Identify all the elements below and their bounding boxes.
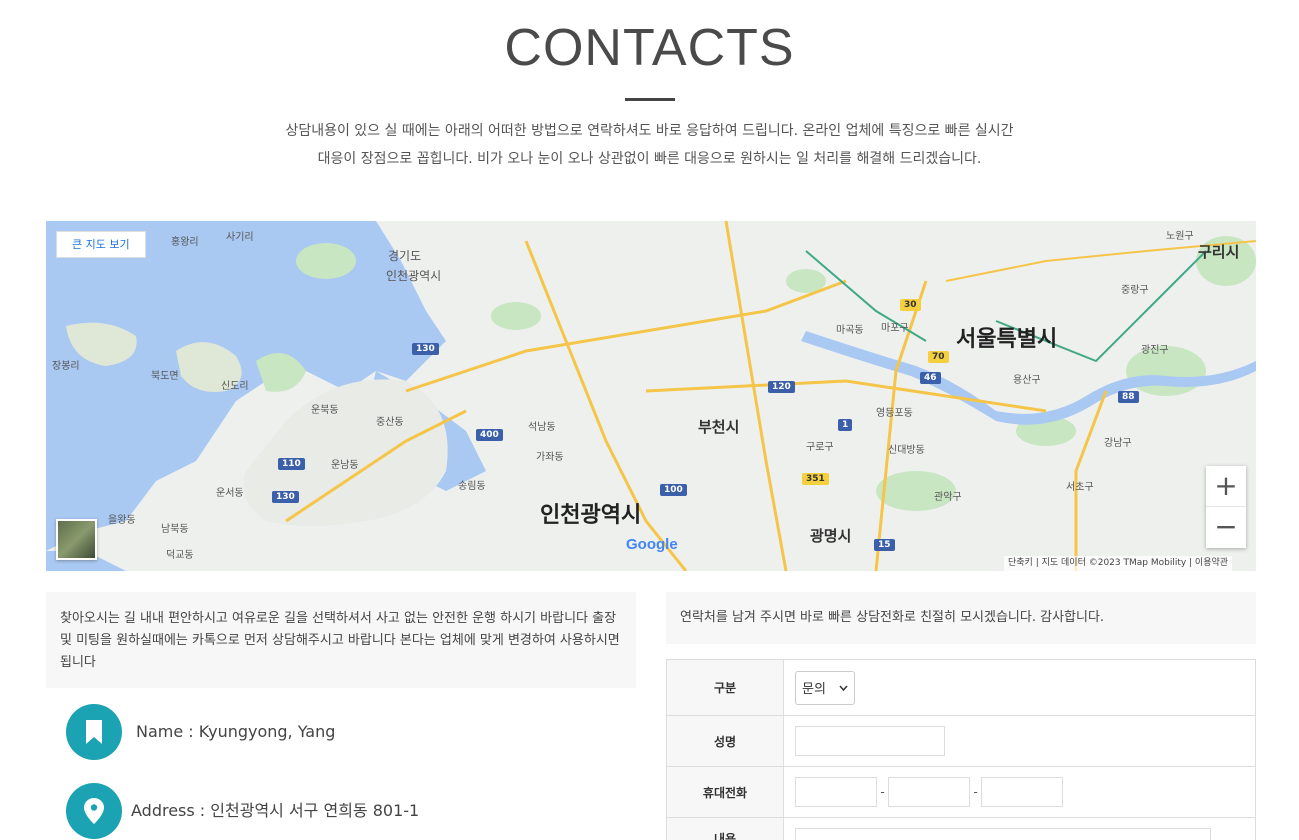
map-terrain bbox=[46, 221, 1256, 571]
contact-address: Address : 인천광역시 서구 연희동 801-1 bbox=[131, 801, 420, 820]
content-label: 내용 bbox=[666, 817, 784, 840]
phone-input-2[interactable] bbox=[888, 777, 970, 807]
map-label-yeongdeungpo: 영등포동 bbox=[876, 408, 913, 419]
map-label-seoknam: 석남동 bbox=[528, 422, 556, 433]
info-row-name: Name : Kyungyong, Yang bbox=[66, 704, 626, 760]
map-label-mapo: 마포구 bbox=[881, 323, 909, 334]
phone-input-3[interactable] bbox=[981, 777, 1063, 807]
map-label-incheon: 인천광역시 bbox=[540, 503, 642, 528]
map-label-bukdo: 북도면 bbox=[151, 371, 179, 382]
route-shield-88: 88 bbox=[1118, 391, 1139, 403]
route-shield-46: 46 bbox=[920, 372, 941, 384]
content-textarea[interactable] bbox=[795, 828, 1211, 840]
zoom-in-button[interactable]: + bbox=[1206, 466, 1246, 507]
route-shield-70: 70 bbox=[928, 351, 949, 363]
map-label-gwangjin: 광진구 bbox=[1141, 345, 1169, 356]
embedded-map[interactable]: 서울특별시 인천광역시 부천시 광명시 구리시 경기도 인천광역시 운북동 중산… bbox=[46, 221, 1256, 571]
page-title: CONTACTS bbox=[504, 19, 795, 77]
route-shield-400: 400 bbox=[476, 429, 503, 441]
view-large-map-button[interactable]: 큰 지도 보기 bbox=[56, 231, 146, 258]
map-label-gajwa: 가좌동 bbox=[536, 452, 564, 463]
map-label-eulwang: 을왕동 bbox=[108, 515, 136, 526]
name-input[interactable] bbox=[795, 726, 945, 756]
route-shield-120: 120 bbox=[768, 381, 795, 393]
route-shield-100: 100 bbox=[660, 484, 687, 496]
inquiry-form: 구분 문의 성명 휴대전화 - - 내용 bbox=[666, 659, 1256, 840]
route-shield-351: 351 bbox=[802, 473, 829, 485]
category-select-value: 문의 bbox=[802, 682, 826, 697]
intro-line-1: 상담내용이 있으 실 때에는 아래의 어떠한 방법으로 연락하셔도 바로 응답하… bbox=[285, 123, 1014, 139]
title-underline bbox=[625, 98, 675, 101]
map-label-jungnang: 중랑구 bbox=[1121, 285, 1149, 296]
map-label-sindo: 신도리 bbox=[221, 381, 249, 392]
intro-line-2: 대응이 장점으로 꼽힙니다. 비가 오나 눈이 오나 상관없이 빠른 대응으로 … bbox=[317, 151, 982, 167]
map-label-jangbong: 장봉리 bbox=[52, 361, 80, 372]
map-label-nambuk: 남북동 bbox=[161, 524, 189, 535]
route-shield-130b: 130 bbox=[272, 491, 299, 503]
map-label-unbuk: 운북동 bbox=[311, 405, 339, 416]
phone-label: 휴대전화 bbox=[666, 766, 784, 818]
phone-separator: - bbox=[880, 785, 885, 799]
google-logo-text: Google bbox=[626, 536, 678, 553]
map-attribution[interactable]: 단축키 | 지도 데이터 ©2023 TMap Mobility | 이용약관 bbox=[1004, 556, 1233, 571]
directions-notice: 찾아오시는 길 내내 편안하시고 여유로운 길을 선택하셔서 사고 없는 안전한… bbox=[46, 592, 636, 688]
map-label-incheon-small: 인천광역시 bbox=[386, 269, 442, 283]
map-zoom-control: + − bbox=[1206, 466, 1246, 548]
map-label-nowon: 노원구 bbox=[1166, 231, 1194, 242]
map-label-bucheon: 부천시 bbox=[698, 418, 740, 436]
bookmark-icon bbox=[66, 704, 122, 760]
route-shield-15: 15 bbox=[874, 539, 895, 551]
intro-text: 상담내용이 있으 실 때에는 아래의 어떠한 방법으로 연락하셔도 바로 응답하… bbox=[200, 117, 1099, 173]
map-label-seoul: 서울특별시 bbox=[956, 327, 1058, 352]
form-notice: 연락처를 남겨 주시면 바로 빠른 상담전화로 친절히 모시겠습니다. 감사합니… bbox=[666, 592, 1256, 644]
map-label-sindaebang: 신대방동 bbox=[888, 445, 925, 456]
map-label-unnam: 운남동 bbox=[331, 460, 359, 471]
phone-separator: - bbox=[973, 785, 978, 799]
map-label-songnim: 송림동 bbox=[458, 481, 486, 492]
route-shield-1: 1 bbox=[838, 419, 853, 431]
info-row-address: Address : 인천광역시 서구 연희동 801-1 bbox=[66, 783, 626, 839]
contact-name: Name : Kyungyong, Yang bbox=[136, 722, 336, 741]
location-pin-icon bbox=[66, 783, 122, 839]
map-label-gwangmyeong: 광명시 bbox=[810, 527, 852, 545]
name-label: 성명 bbox=[666, 715, 784, 767]
map-label-magok: 마곡동 bbox=[836, 325, 864, 336]
map-label-unseo: 운서동 bbox=[216, 488, 244, 499]
category-select[interactable]: 문의 bbox=[795, 670, 855, 705]
map-label-gyeonggi: 경기도 bbox=[388, 249, 422, 263]
map-label-seocho: 서초구 bbox=[1066, 482, 1094, 493]
map-label-jungsan: 중산동 bbox=[376, 417, 404, 428]
route-shield-130a: 130 bbox=[412, 343, 439, 355]
map-label-gwanak: 관악구 bbox=[934, 492, 962, 503]
zoom-out-button[interactable]: − bbox=[1206, 507, 1246, 548]
map-label-yongsan: 용산구 bbox=[1013, 375, 1041, 386]
map-label-gangnam: 강남구 bbox=[1104, 438, 1132, 449]
map-label-deokgyo: 덕교동 bbox=[166, 550, 194, 561]
map-label-guri: 구리시 bbox=[1198, 243, 1240, 261]
map-label-sagi: 사기리 bbox=[226, 232, 254, 243]
chevron-down-icon bbox=[839, 685, 848, 691]
category-label: 구분 bbox=[666, 659, 784, 716]
map-label-guro: 구로구 bbox=[806, 442, 834, 453]
google-logo: Google bbox=[626, 536, 678, 553]
map-label-hongwang: 홍왕리 bbox=[171, 237, 199, 248]
phone-input-1[interactable] bbox=[795, 777, 877, 807]
satellite-toggle[interactable] bbox=[56, 519, 97, 560]
route-shield-30: 30 bbox=[900, 299, 921, 311]
route-shield-110: 110 bbox=[278, 458, 305, 470]
